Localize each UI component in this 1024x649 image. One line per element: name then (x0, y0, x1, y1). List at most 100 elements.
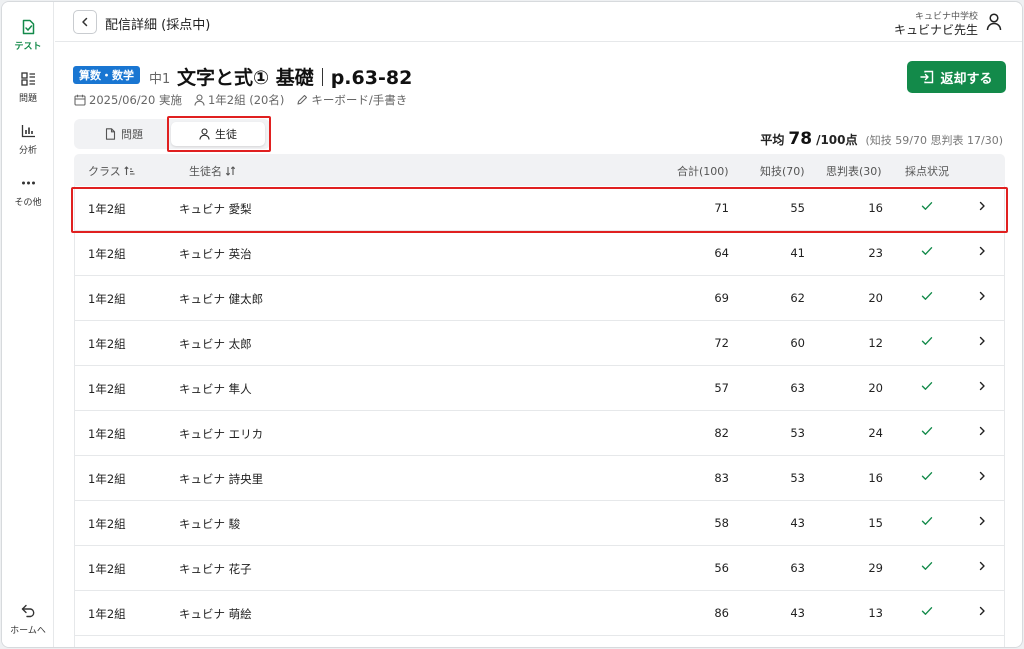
cell-total: 64 (714, 246, 729, 260)
cell-knowledge: 53 (790, 471, 805, 485)
cell-class: 1年2組 (88, 292, 126, 306)
home-label: ホームへ (10, 626, 46, 636)
tab-problems[interactable]: 問題 (77, 122, 171, 146)
sidebar-item-problems[interactable]: 問題 (2, 70, 54, 110)
cell-class: 1年2組 (88, 247, 126, 261)
tab-students[interactable]: 生徒 (171, 122, 265, 146)
tab-problems-label: 問題 (121, 128, 143, 141)
cell-thinking: 15 (868, 516, 883, 530)
back-button[interactable] (73, 10, 97, 34)
cell-total: 56 (714, 561, 729, 575)
cell-name: キュビナ 詩央里 (179, 472, 264, 486)
table-row[interactable]: 1年2組 キュビナ 隼人 57 63 20 (75, 366, 1004, 411)
table-row[interactable]: 1年2組 キュビナ 詩央里 83 53 16 (75, 456, 1004, 501)
cell-knowledge: 41 (790, 246, 805, 260)
column-header-thinking: 思判表(30) (826, 165, 882, 178)
table-row[interactable]: 1年2組 キュビナ 花子 56 63 29 (75, 546, 1004, 591)
sidebar-item-analysis[interactable]: 分析 (2, 122, 54, 162)
cell-knowledge: 53 (790, 426, 805, 440)
cell-class: 1年2組 (88, 517, 126, 531)
user-icon[interactable] (986, 13, 1002, 35)
table-row[interactable]: 1年2組 キュビナ 健太郎 69 62 20 (75, 276, 1004, 321)
chevron-right-icon[interactable] (978, 290, 986, 304)
cell-class: 1年2組 (88, 472, 126, 486)
person-icon (199, 128, 210, 140)
input-method: キーボード/手書き (296, 92, 407, 108)
test-icon (19, 18, 37, 36)
check-icon (921, 425, 933, 439)
cell-class: 1年2組 (88, 382, 126, 396)
problems-icon (19, 70, 37, 88)
cell-class: 1年2組 (88, 427, 126, 441)
test-date: 2025/06/20 実施 (74, 92, 182, 108)
app-window: テスト 問題 分析 その他 ホームへ 配信詳細 (採点中) キュビナ中学校 キュ… (1, 1, 1023, 648)
check-icon (921, 290, 933, 304)
home-button[interactable]: ホームへ (2, 602, 54, 642)
cell-knowledge: 62 (790, 291, 805, 305)
chevron-right-icon[interactable] (978, 245, 986, 259)
cell-name: キュビナ 萌絵 (179, 607, 252, 621)
cell-total: 86 (714, 606, 729, 620)
check-icon (921, 380, 933, 394)
column-header-name[interactable]: 生徒名 (189, 163, 236, 179)
chevron-left-icon (82, 17, 88, 27)
cell-total: 83 (714, 471, 729, 485)
class-info-text: 1年2組 (20名) (207, 93, 285, 107)
column-header-class[interactable]: クラス (88, 163, 135, 179)
teacher-name: キュビナビ先生 (893, 23, 978, 37)
cell-thinking: 20 (868, 381, 883, 395)
table-row[interactable]: 1年2組 キュビナ 愛梨 71 55 16 (75, 186, 1004, 231)
undo-icon (19, 602, 37, 620)
sidebar: テスト 問題 分析 その他 ホームへ (2, 2, 54, 647)
cell-class: 1年2組 (88, 202, 126, 216)
cell-thinking: 16 (868, 471, 883, 485)
cell-class: 1年2組 (88, 337, 126, 351)
cell-name: キュビナ 太郎 (179, 337, 252, 351)
chevron-right-icon[interactable] (978, 200, 986, 214)
person-icon (194, 94, 205, 106)
sort-icon (225, 166, 236, 176)
cell-thinking: 20 (868, 291, 883, 305)
cell-name: キュビナ 愛梨 (179, 202, 252, 216)
chevron-right-icon[interactable] (978, 560, 986, 574)
sidebar-item-label: 分析 (18, 146, 37, 156)
more-icon (19, 174, 37, 192)
class-info: 1年2組 (20名) (194, 92, 284, 108)
cell-thinking: 16 (868, 201, 883, 215)
sidebar-item-more[interactable]: その他 (2, 174, 54, 214)
cell-total: 82 (714, 426, 729, 440)
chevron-right-icon[interactable] (978, 605, 986, 619)
chevron-right-icon[interactable] (978, 380, 986, 394)
test-meta: 2025/06/20 実施 1年2組 (20名) キーボード/手書き (74, 92, 407, 108)
cell-name: キュビナ 健太郎 (179, 292, 264, 306)
sidebar-item-label: その他 (14, 198, 42, 208)
table-row[interactable]: 1年2組 キュビナ 英治 64 41 23 (75, 231, 1004, 276)
table-row[interactable]: 1年2組 キュビナ 太郎 72 60 12 (75, 321, 1004, 366)
chevron-right-icon[interactable] (978, 335, 986, 349)
table-row[interactable]: 1年2組 キュビナ 駿 58 43 15 (75, 501, 1004, 546)
average-detail: (知技 59/70 思判表 17/30) (865, 134, 1003, 147)
grade-label: 中1 (149, 72, 171, 87)
chevron-right-icon[interactable] (978, 470, 986, 484)
analysis-icon (19, 122, 37, 140)
table-row[interactable]: 1年2組 キュビナ エリカ 82 53 24 (75, 411, 1004, 456)
cell-knowledge: 60 (790, 336, 805, 350)
cell-knowledge: 43 (790, 516, 805, 530)
average-score: 平均 78 /100点 (知技 59/70 思判表 17/30) (760, 129, 1003, 149)
check-icon (921, 245, 933, 259)
sidebar-item-test[interactable]: テスト (2, 18, 54, 58)
table-row[interactable]: 1年2組 キュビナ 萌絵 86 43 13 (75, 591, 1004, 636)
test-pages: p.63-82 (330, 67, 413, 89)
cell-total: 58 (714, 516, 729, 530)
title-divider (321, 68, 323, 86)
cell-knowledge: 55 (790, 201, 805, 215)
check-icon (921, 605, 933, 619)
check-icon (921, 515, 933, 529)
table-header: クラス 生徒名 合計(100) 知技(70) 思判表(30) 採点状況 (74, 154, 1005, 186)
chevron-right-icon[interactable] (978, 515, 986, 529)
top-bar: 配信詳細 (採点中) キュビナ中学校 キュビナビ先生 (55, 2, 1022, 42)
document-icon (105, 128, 116, 140)
check-icon (921, 560, 933, 574)
return-button[interactable]: 返却する (907, 61, 1006, 93)
chevron-right-icon[interactable] (978, 425, 986, 439)
